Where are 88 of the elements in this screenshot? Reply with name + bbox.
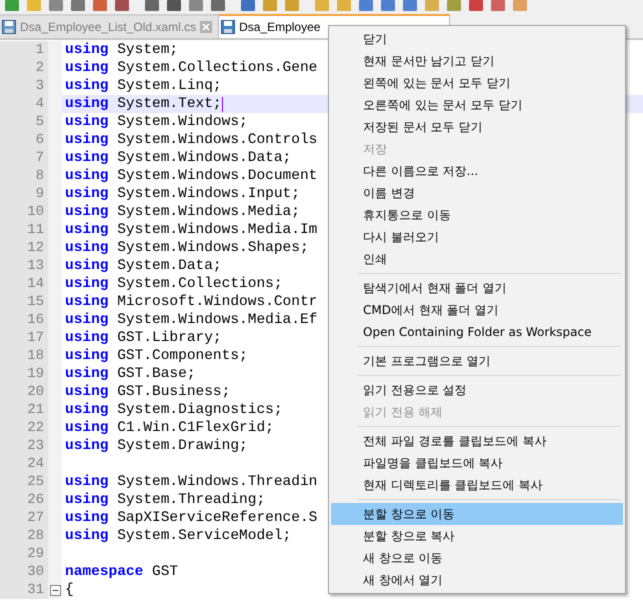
code-text: GST.Library; — [117, 329, 222, 347]
code-text: GST — [152, 563, 178, 581]
code-text: System.Diagnostics; — [117, 401, 283, 419]
line-number: 6 — [0, 131, 48, 149]
code-keyword: using — [65, 347, 109, 365]
line-number: 16 — [0, 311, 48, 329]
code-keyword: using — [65, 41, 109, 59]
code-text: GST.Base; — [117, 365, 196, 383]
code-keyword: using — [65, 383, 109, 401]
code-keyword: using — [65, 329, 109, 347]
code-keyword: using — [65, 473, 109, 491]
code-keyword: using — [65, 59, 109, 77]
code-text: { — [65, 581, 74, 599]
line-number: 30 — [0, 563, 48, 581]
line-number: 18 — [0, 347, 48, 365]
line-number: 11 — [0, 221, 48, 239]
code-text: System.Collections; — [117, 275, 283, 293]
code-keyword: using — [65, 527, 109, 545]
code-keyword: using — [65, 419, 109, 437]
code-keyword: using — [65, 275, 109, 293]
code-text: System; — [117, 41, 178, 59]
line-number: 1 — [0, 41, 48, 59]
line-number: 14 — [0, 275, 48, 293]
code-keyword: using — [65, 239, 109, 257]
code-keyword: using — [65, 437, 109, 455]
line-number: 13 — [0, 257, 48, 275]
line-number: 27 — [0, 509, 48, 527]
line-number: 7 — [0, 149, 48, 167]
code-keyword: using — [65, 113, 109, 131]
line-number: 28 — [0, 527, 48, 545]
code-keyword: using — [65, 509, 109, 527]
code-keyword: namespace — [65, 563, 144, 581]
line-number: 19 — [0, 365, 48, 383]
line-number: 17 — [0, 329, 48, 347]
code-text: System.Windows.Shapes; — [117, 239, 309, 257]
code-keyword: using — [65, 491, 109, 509]
code-text: Microsoft.Windows.Contr — [117, 293, 318, 311]
line-number: 15 — [0, 293, 48, 311]
code-text: System.Windows.Media; — [117, 203, 300, 221]
code-text: System.Collections.Gene — [117, 59, 318, 77]
line-number: 22 — [0, 419, 48, 437]
line-number: 23 — [0, 437, 48, 455]
code-keyword: using — [65, 185, 109, 203]
code-text: System.Drawing; — [117, 437, 248, 455]
line-number: 8 — [0, 167, 48, 185]
code-text: System.Text; — [117, 95, 222, 113]
code-text: C1.Win.C1FlexGrid; — [117, 419, 274, 437]
line-number: 20 — [0, 383, 48, 401]
code-keyword: using — [65, 311, 109, 329]
code-keyword: using — [65, 149, 109, 167]
code-text: GST.Business; — [117, 383, 230, 401]
code-text: GST.Components; — [117, 347, 248, 365]
code-text: System.Windows.Threadin — [117, 473, 318, 491]
line-number: 31 — [0, 581, 48, 599]
line-number: 26 — [0, 491, 48, 509]
code-text: SapXIServiceReference.S — [117, 509, 318, 527]
line-number: 3 — [0, 77, 48, 95]
line-number: 25 — [0, 473, 48, 491]
line-number: 9 — [0, 185, 48, 203]
line-number: 5 — [0, 113, 48, 131]
line-number: 21 — [0, 401, 48, 419]
code-keyword: using — [65, 203, 109, 221]
code-keyword: using — [65, 221, 109, 239]
code-keyword: using — [65, 365, 109, 383]
line-number: 12 — [0, 239, 48, 257]
line-number: 4 — [0, 95, 48, 113]
line-number: 24 — [0, 455, 48, 473]
code-keyword: using — [65, 257, 109, 275]
code-text: System.ServiceModel; — [117, 527, 292, 545]
code-text: System.Windows.Input; — [117, 185, 300, 203]
code-text: System.Linq; — [117, 77, 222, 95]
code-text: System.Data; — [117, 257, 222, 275]
code-text: System.Windows.Media.Im — [117, 221, 318, 239]
code-text: System.Threading; — [117, 491, 266, 509]
line-number: 10 — [0, 203, 48, 221]
code-text: System.Windows; — [117, 113, 248, 131]
code-text: System.Windows.Controls — [117, 131, 318, 149]
code-keyword: using — [65, 167, 109, 185]
code-keyword: using — [65, 401, 109, 419]
code-text: System.Windows.Document — [117, 167, 318, 185]
code-text: System.Windows.Data; — [117, 149, 292, 167]
code-keyword: using — [65, 95, 109, 113]
code-keyword: using — [65, 131, 109, 149]
code-keyword: using — [65, 77, 109, 95]
line-number: 29 — [0, 545, 48, 563]
line-number: 2 — [0, 59, 48, 77]
code-keyword: using — [65, 293, 109, 311]
code-text: System.Windows.Media.Ef — [117, 311, 318, 329]
